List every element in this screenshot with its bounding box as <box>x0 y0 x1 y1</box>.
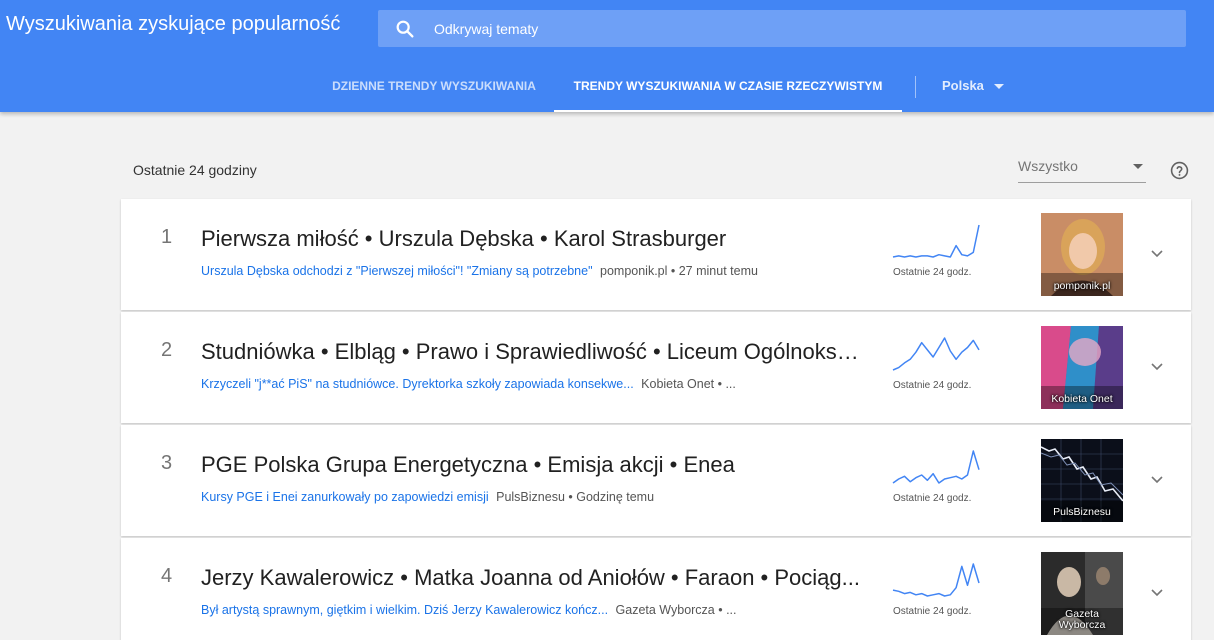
thumbnail-source: Gazeta Wyborcza <box>1058 608 1106 631</box>
chevron-down-icon[interactable] <box>1149 245 1165 261</box>
trend-sparkline <box>892 337 980 371</box>
article-link[interactable]: Kursy PGE i Enei zanurkowały po zapowied… <box>201 490 489 504</box>
thumbnail-source: pomponik.pl <box>1053 280 1111 292</box>
sparkline-label: Ostatnie 24 godz. <box>893 493 972 504</box>
trend-sparkline <box>892 224 980 258</box>
category-filter-value: Wszystko <box>1018 158 1078 174</box>
trend-rank: 1 <box>161 226 173 248</box>
article-meta: pomponik.pl • 27 minut temu <box>600 264 758 278</box>
trend-card[interactable]: 1 Pierwsza miłość • Urszula Dębska • Kar… <box>121 199 1191 310</box>
trend-rank: 2 <box>161 339 173 361</box>
trend-article: Był artystą sprawnym, giętkim i wielkim.… <box>201 603 861 617</box>
trend-title[interactable]: Studniówka • Elbląg • Prawo i Sprawiedli… <box>201 339 861 365</box>
sparkline-label: Ostatnie 24 godz. <box>893 267 972 278</box>
trend-rank: 3 <box>161 452 173 474</box>
period-label: Ostatnie 24 godziny <box>133 162 257 178</box>
tab-divider <box>915 76 916 98</box>
tab-daily-trends[interactable]: DZIENNE TRENDY WYSZUKIWANIA <box>314 66 554 112</box>
tab-realtime-trends[interactable]: TRENDY WYSZUKIWANIA W CZASIE RZECZYWISTY… <box>554 66 902 112</box>
trend-card[interactable]: 4 Jerzy Kawalerowicz • Matka Joanna od A… <box>121 538 1191 640</box>
trend-article: Krzyczeli "j**ać PiS" na studniówce. Dyr… <box>201 377 861 391</box>
caret-down-icon <box>993 84 1004 90</box>
app-header: Wyszukiwania zyskujące popularność DZIEN… <box>0 0 1214 112</box>
sparkline-label: Ostatnie 24 godz. <box>893 606 972 617</box>
trend-title[interactable]: Jerzy Kawalerowicz • Matka Joanna od Ani… <box>201 565 861 591</box>
help-circle-icon[interactable] <box>1170 161 1189 180</box>
article-link[interactable]: Był artystą sprawnym, giętkim i wielkim.… <box>201 603 608 617</box>
search-box[interactable] <box>378 10 1186 47</box>
sparkline-line <box>892 337 980 371</box>
article-meta: Kobieta Onet • ... <box>641 377 736 391</box>
chevron-down-icon[interactable] <box>1149 471 1165 487</box>
article-thumbnail[interactable]: PulsBiznesu <box>1041 439 1123 522</box>
caret-down-icon <box>1133 164 1143 169</box>
app-title[interactable]: Wyszukiwania zyskujące popularność <box>6 13 340 36</box>
country-select[interactable]: Polska <box>942 66 1004 106</box>
trend-article: Urszula Dębska odchodzi z "Pierwszej mił… <box>201 264 861 278</box>
trend-title[interactable]: PGE Polska Grupa Energetyczna • Emisja a… <box>201 452 861 478</box>
article-thumbnail[interactable]: Kobieta Onet <box>1041 326 1123 409</box>
category-filter-select[interactable]: Wszystko <box>1018 154 1146 183</box>
article-thumbnail[interactable]: pomponik.pl <box>1041 213 1123 296</box>
article-meta: PulsBiznesu • Godzinę temu <box>496 490 655 504</box>
country-label: Polska <box>942 78 984 93</box>
article-link[interactable]: Krzyczeli "j**ać PiS" na studniówce. Dyr… <box>201 377 634 391</box>
trend-title[interactable]: Pierwsza miłość • Urszula Dębska • Karol… <box>201 226 861 252</box>
article-link[interactable]: Urszula Dębska odchodzi z "Pierwszej mił… <box>201 264 593 278</box>
trend-sparkline <box>892 450 980 484</box>
thumbnail-source: Kobieta Onet <box>1051 393 1113 405</box>
chevron-down-icon[interactable] <box>1149 584 1165 600</box>
trend-rank: 4 <box>161 565 173 587</box>
article-thumbnail[interactable]: Gazeta Wyborcza <box>1041 552 1123 635</box>
sparkline-label: Ostatnie 24 godz. <box>893 380 972 391</box>
search-icon[interactable] <box>394 18 416 40</box>
sparkline-line <box>892 563 980 597</box>
trend-article: Kursy PGE i Enei zanurkowały po zapowied… <box>201 490 861 504</box>
chevron-down-icon[interactable] <box>1149 358 1165 374</box>
sparkline-line <box>892 224 980 258</box>
article-meta: Gazeta Wyborcza • ... <box>615 603 737 617</box>
trend-card[interactable]: 3 PGE Polska Grupa Energetyczna • Emisja… <box>121 425 1191 536</box>
sparkline-line <box>892 450 980 484</box>
trend-card[interactable]: 2 Studniówka • Elbląg • Prawo i Sprawied… <box>121 312 1191 423</box>
search-input[interactable] <box>434 10 1174 47</box>
thumbnail-source: PulsBiznesu <box>1053 506 1111 518</box>
trend-sparkline <box>892 563 980 597</box>
